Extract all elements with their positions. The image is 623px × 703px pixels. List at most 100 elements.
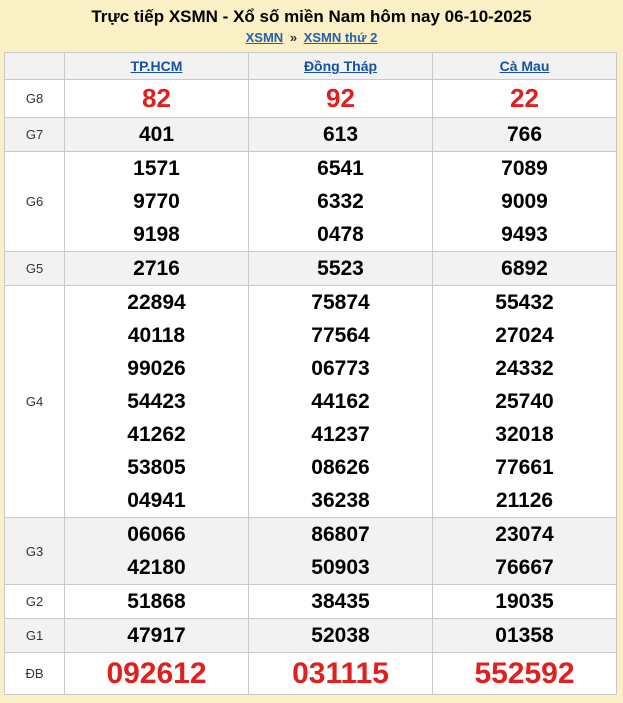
prize-label: G8 xyxy=(4,79,65,118)
prize-label: G6 xyxy=(4,151,65,252)
result-number: 06066 xyxy=(127,523,186,546)
prize-row-g4: G4 22894 40118 99026 54423 41262 53805 04941 758… xyxy=(4,285,617,518)
result-number: 24332 xyxy=(495,357,554,380)
column-link-tp-hcm[interactable]: TP.HCM xyxy=(131,58,183,74)
result-cell-dong-thap: 92 xyxy=(248,79,433,118)
breadcrumb: XSMN » XSMN thứ 2 xyxy=(0,28,623,48)
result-cell-dong-thap: 38435 xyxy=(248,584,433,619)
result-number: 52038 xyxy=(311,624,370,647)
result-number: 41262 xyxy=(127,423,186,446)
result-number: 50903 xyxy=(311,556,370,579)
prize-label: G2 xyxy=(4,584,65,619)
result-number: 9198 xyxy=(133,223,180,246)
result-number: 92 xyxy=(326,83,355,113)
result-number: 51868 xyxy=(127,590,186,613)
results-body: G8 82 92 22 G7 401 613 766 G6 1571 9770 9198 6541 633… xyxy=(4,79,617,695)
result-cell-tp-hcm: 47917 xyxy=(64,618,249,653)
result-cell-ca-mau: 6892 xyxy=(432,251,617,286)
result-number: 552592 xyxy=(474,657,575,690)
result-number: 76667 xyxy=(495,556,554,579)
prize-row-g7: G7 401 613 766 xyxy=(4,117,617,152)
result-number: 41237 xyxy=(311,423,370,446)
prize-row-g8: G8 82 92 22 xyxy=(4,79,617,118)
prize-label: G7 xyxy=(4,117,65,152)
result-cell-dong-thap: 5523 xyxy=(248,251,433,286)
result-number: 9493 xyxy=(501,223,548,246)
prize-column-header xyxy=(4,52,65,80)
result-number: 40118 xyxy=(127,324,186,347)
result-cell-tp-hcm: 82 xyxy=(64,79,249,118)
result-number: 36238 xyxy=(311,489,370,512)
result-number: 82 xyxy=(142,83,171,113)
result-number: 01358 xyxy=(495,624,554,647)
result-number: 55432 xyxy=(495,291,554,314)
result-cell-ca-mau: 23074 76667 xyxy=(432,517,617,585)
result-cell-ca-mau: 552592 xyxy=(432,652,617,695)
column-link-dong-thap[interactable]: Đồng Tháp xyxy=(304,58,377,74)
result-number: 44162 xyxy=(311,390,370,413)
result-cell-tp-hcm: 22894 40118 99026 54423 41262 53805 04941 xyxy=(64,285,249,518)
result-number: 1571 xyxy=(133,157,180,180)
prize-label: G4 xyxy=(4,285,65,518)
result-number: 6541 xyxy=(317,157,364,180)
prize-row-g3: G3 06066 42180 86807 50903 23074 76667 xyxy=(4,517,617,585)
result-number: 25740 xyxy=(495,390,554,413)
result-cell-tp-hcm: 401 xyxy=(64,117,249,152)
result-number: 23074 xyxy=(495,523,554,546)
result-cell-tp-hcm: 06066 42180 xyxy=(64,517,249,585)
result-number: 22894 xyxy=(127,291,186,314)
prize-row-g1: G1 47917 52038 01358 xyxy=(4,618,617,653)
result-number: 766 xyxy=(506,123,543,146)
result-number: 75874 xyxy=(311,291,370,314)
result-number: 77661 xyxy=(495,456,554,479)
result-number: 38435 xyxy=(311,590,370,613)
breadcrumb-link-xsmn[interactable]: XSMN xyxy=(246,30,284,45)
prize-label: G5 xyxy=(4,251,65,286)
result-number: 7089 xyxy=(501,157,548,180)
column-link-ca-mau[interactable]: Cà Mau xyxy=(500,58,550,74)
result-cell-dong-thap: 52038 xyxy=(248,618,433,653)
result-number: 47917 xyxy=(127,624,186,647)
column-header-dong-thap: Đồng Tháp xyxy=(248,52,433,80)
result-number: 21126 xyxy=(495,489,554,512)
result-cell-dong-thap: 86807 50903 xyxy=(248,517,433,585)
result-number: 32018 xyxy=(495,423,554,446)
breadcrumb-separator: » xyxy=(289,30,298,45)
result-number: 613 xyxy=(322,123,359,146)
result-number: 04941 xyxy=(127,489,186,512)
prize-label: ĐB xyxy=(4,652,65,695)
results-table-container: TP.HCM Đồng Tháp Cà Mau G8 82 92 22 G7 401 613 76… xyxy=(4,52,617,695)
result-number: 42180 xyxy=(127,556,186,579)
prize-label: G3 xyxy=(4,517,65,585)
page-title: Trực tiếp XSMN - Xổ số miền Nam hôm nay … xyxy=(91,7,532,26)
result-number: 08626 xyxy=(311,456,370,479)
result-number: 86807 xyxy=(311,523,370,546)
prize-row-đb: ĐB 092612 031115 552592 xyxy=(4,652,617,695)
result-number: 031115 xyxy=(292,657,389,690)
result-number: 22 xyxy=(510,83,539,113)
result-number: 401 xyxy=(138,123,175,146)
column-header-ca-mau: Cà Mau xyxy=(432,52,617,80)
column-header-tp-hcm: TP.HCM xyxy=(64,52,249,80)
column-header-row: TP.HCM Đồng Tháp Cà Mau xyxy=(4,52,617,80)
result-number: 6332 xyxy=(317,190,364,213)
result-number: 9009 xyxy=(501,190,548,213)
result-number: 53805 xyxy=(127,456,186,479)
prize-label: G1 xyxy=(4,618,65,653)
result-cell-tp-hcm: 1571 9770 9198 xyxy=(64,151,249,252)
result-cell-ca-mau: 7089 9009 9493 xyxy=(432,151,617,252)
result-number: 99026 xyxy=(127,357,186,380)
breadcrumb-link-current[interactable]: XSMN thứ 2 xyxy=(304,30,378,45)
prize-row-g2: G2 51868 38435 19035 xyxy=(4,584,617,619)
page-header: Trực tiếp XSMN - Xổ số miền Nam hôm nay … xyxy=(0,0,623,52)
result-number: 19035 xyxy=(495,590,554,613)
prize-row-g6: G6 1571 9770 9198 6541 6332 0478 7089 9009 9493 xyxy=(4,151,617,252)
result-number: 092612 xyxy=(106,657,207,690)
result-cell-dong-thap: 75874 77564 06773 44162 41237 08626 36238 xyxy=(248,285,433,518)
result-number: 5523 xyxy=(317,257,364,280)
result-number: 6892 xyxy=(501,257,548,280)
result-cell-ca-mau: 22 xyxy=(432,79,617,118)
result-number: 0478 xyxy=(317,223,364,246)
lottery-results-table: TP.HCM Đồng Tháp Cà Mau G8 82 92 22 G7 401 613 76… xyxy=(4,52,617,695)
result-cell-ca-mau: 01358 xyxy=(432,618,617,653)
